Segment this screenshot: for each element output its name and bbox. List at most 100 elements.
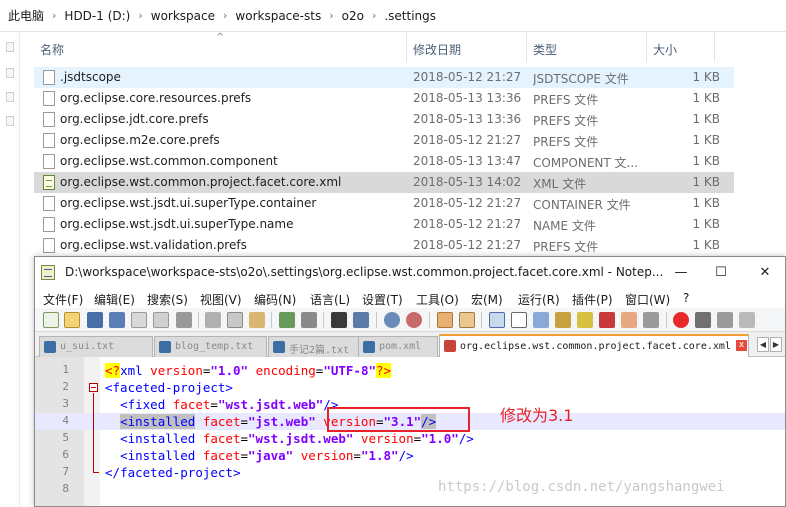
function-list-icon[interactable] <box>599 312 615 328</box>
code-line[interactable]: 6 <installed facet="java" version="1.8"/… <box>35 447 785 464</box>
notepad-app-icon[interactable] <box>41 265 55 280</box>
menu-run[interactable]: 运行(R) <box>518 291 560 308</box>
menu-language[interactable]: 语言(L) <box>310 291 350 308</box>
chevron-right-icon[interactable]: › <box>223 9 227 22</box>
column-header-date[interactable]: 修改日期 <box>413 41 461 58</box>
menu-help[interactable]: ? <box>683 291 689 305</box>
file-row[interactable]: org.eclipse.wst.jsdt.ui.superType.contai… <box>34 193 734 214</box>
menu-macro[interactable]: 宏(M) <box>471 291 503 308</box>
column-header-type[interactable]: 类型 <box>533 41 557 58</box>
undo-icon[interactable] <box>279 312 295 328</box>
menu-file[interactable]: 文件(F) <box>43 291 83 308</box>
column-divider[interactable] <box>406 32 407 62</box>
chevron-right-icon[interactable]: › <box>372 9 376 22</box>
zoom-in-icon[interactable] <box>384 312 400 328</box>
title-bar[interactable]: D:\workspace\workspace-sts\o2o\.settings… <box>35 257 785 288</box>
breadcrumb-item-o2o[interactable]: o2o <box>342 9 364 23</box>
tab-close-icon[interactable]: x <box>736 340 747 351</box>
file-row[interactable]: org.eclipse.core.resources.prefs 2018-05… <box>34 88 734 109</box>
file-row[interactable]: org.eclipse.wst.common.component 2018-05… <box>34 151 734 172</box>
menu-encoding[interactable]: 编码(N) <box>254 291 296 308</box>
paste-icon[interactable] <box>249 312 265 328</box>
column-divider[interactable] <box>526 32 527 62</box>
file-row[interactable]: org.eclipse.wst.validation.prefs 2018-05… <box>34 235 734 256</box>
column-divider[interactable] <box>646 32 647 62</box>
toolbar-separator <box>429 312 430 328</box>
line-number: 2 <box>62 380 69 393</box>
udl-icon[interactable] <box>555 312 571 328</box>
file-type: CONTAINER 文件 <box>533 198 631 212</box>
file-date: 2018-05-13 13:47 <box>413 154 522 168</box>
play-multiple-icon[interactable] <box>739 312 755 328</box>
copy-icon[interactable] <box>227 312 243 328</box>
replace-icon[interactable] <box>353 312 369 328</box>
print-icon[interactable] <box>176 312 192 328</box>
tab-facet-core-xml[interactable]: org.eclipse.wst.common.project.facet.cor… <box>439 334 749 357</box>
column-divider[interactable] <box>714 32 715 62</box>
file-row[interactable]: .jsdtscope 2018-05-12 21:27 JSDTSCOPE 文件… <box>34 67 734 88</box>
breadcrumb-item-workspace[interactable]: workspace <box>151 9 215 23</box>
column-header-size[interactable]: 大小 <box>653 41 677 58</box>
menu-tools[interactable]: 工具(O) <box>416 291 459 308</box>
close-button[interactable]: ✕ <box>745 257 785 288</box>
new-file-icon[interactable] <box>43 312 59 328</box>
show-all-chars-icon[interactable] <box>511 312 527 328</box>
stop-macro-icon[interactable] <box>695 312 711 328</box>
tab-scroll-right-button[interactable]: ▶ <box>770 337 782 352</box>
menu-edit[interactable]: 编辑(E) <box>94 291 135 308</box>
window-title: D:\workspace\workspace-sts\o2o\.settings… <box>65 265 664 279</box>
file-row[interactable]: org.eclipse.jdt.core.prefs 2018-05-13 13… <box>34 109 734 130</box>
file-date: 2018-05-13 13:36 <box>413 112 522 126</box>
indent-guide-icon[interactable] <box>533 312 549 328</box>
notepad-window: D:\workspace\workspace-sts\o2o\.settings… <box>34 256 786 507</box>
close-all-icon[interactable] <box>153 312 169 328</box>
tab-blog-temp[interactable]: blog_temp.txt <box>154 336 267 357</box>
chevron-right-icon[interactable]: › <box>138 9 142 22</box>
breadcrumb-item-settings[interactable]: .settings <box>384 9 436 23</box>
open-folder-icon[interactable] <box>64 312 80 328</box>
zoom-out-icon[interactable] <box>406 312 422 328</box>
breadcrumb-item-drive[interactable]: HDD-1 (D:) <box>64 9 130 23</box>
file-row[interactable]: org.eclipse.wst.jsdt.ui.superType.name 2… <box>34 214 734 235</box>
menu-plugins[interactable]: 插件(P) <box>572 291 613 308</box>
word-wrap-icon[interactable] <box>489 312 505 328</box>
breadcrumb-item-this-pc[interactable]: 此电脑 <box>8 7 44 24</box>
doc-map-icon[interactable] <box>577 312 593 328</box>
tab-scroll-left-button[interactable]: ◀ <box>757 337 769 352</box>
fold-collapse-icon[interactable] <box>89 383 98 392</box>
code-line[interactable]: 1 <?xml version="1.0" encoding="UTF-8"?> <box>35 362 785 379</box>
file-row[interactable]: org.eclipse.m2e.core.prefs 2018-05-12 21… <box>34 130 734 151</box>
code-line[interactable]: 2 <faceted-project> <box>35 379 785 396</box>
folder-workspace-icon[interactable] <box>621 312 637 328</box>
file-type: XML 文件 <box>533 177 587 191</box>
play-macro-icon[interactable] <box>717 312 733 328</box>
close-file-icon[interactable] <box>131 312 147 328</box>
menu-settings[interactable]: 设置(T) <box>362 291 403 308</box>
menu-search[interactable]: 搜索(S) <box>147 291 188 308</box>
breadcrumb-item-workspace-sts[interactable]: workspace-sts <box>235 9 321 23</box>
maximize-button[interactable]: ☐ <box>701 257 741 288</box>
save-icon[interactable] <box>87 312 103 328</box>
annotation-label: 修改为3.1 <box>500 406 574 425</box>
minimize-button[interactable]: — <box>661 257 701 288</box>
chevron-right-icon[interactable]: › <box>52 9 56 22</box>
sync-horizontal-icon[interactable] <box>459 312 475 328</box>
monitoring-icon[interactable] <box>643 312 659 328</box>
column-header-name[interactable]: 名称 <box>40 41 64 58</box>
find-icon[interactable] <box>331 312 347 328</box>
record-macro-icon[interactable] <box>673 312 689 328</box>
save-all-icon[interactable] <box>109 312 125 328</box>
cut-icon[interactable] <box>205 312 221 328</box>
file-name: org.eclipse.core.resources.prefs <box>60 91 252 105</box>
tab-pom[interactable]: pom.xml <box>358 336 438 357</box>
file-name: org.eclipse.jdt.core.prefs <box>60 112 209 126</box>
file-row-selected[interactable]: org.eclipse.wst.common.project.facet.cor… <box>34 172 734 193</box>
menu-view[interactable]: 视图(V) <box>200 291 242 308</box>
sync-vertical-icon[interactable] <box>437 312 453 328</box>
tab-u-sui[interactable]: u_sui.txt <box>39 336 153 357</box>
menu-window[interactable]: 窗口(W) <box>625 291 670 308</box>
navigation-pane[interactable] <box>0 32 20 507</box>
code-line[interactable]: 5 <installed facet="wst.jsdt.web" versio… <box>35 430 785 447</box>
redo-icon[interactable] <box>301 312 317 328</box>
chevron-right-icon[interactable]: › <box>329 9 333 22</box>
